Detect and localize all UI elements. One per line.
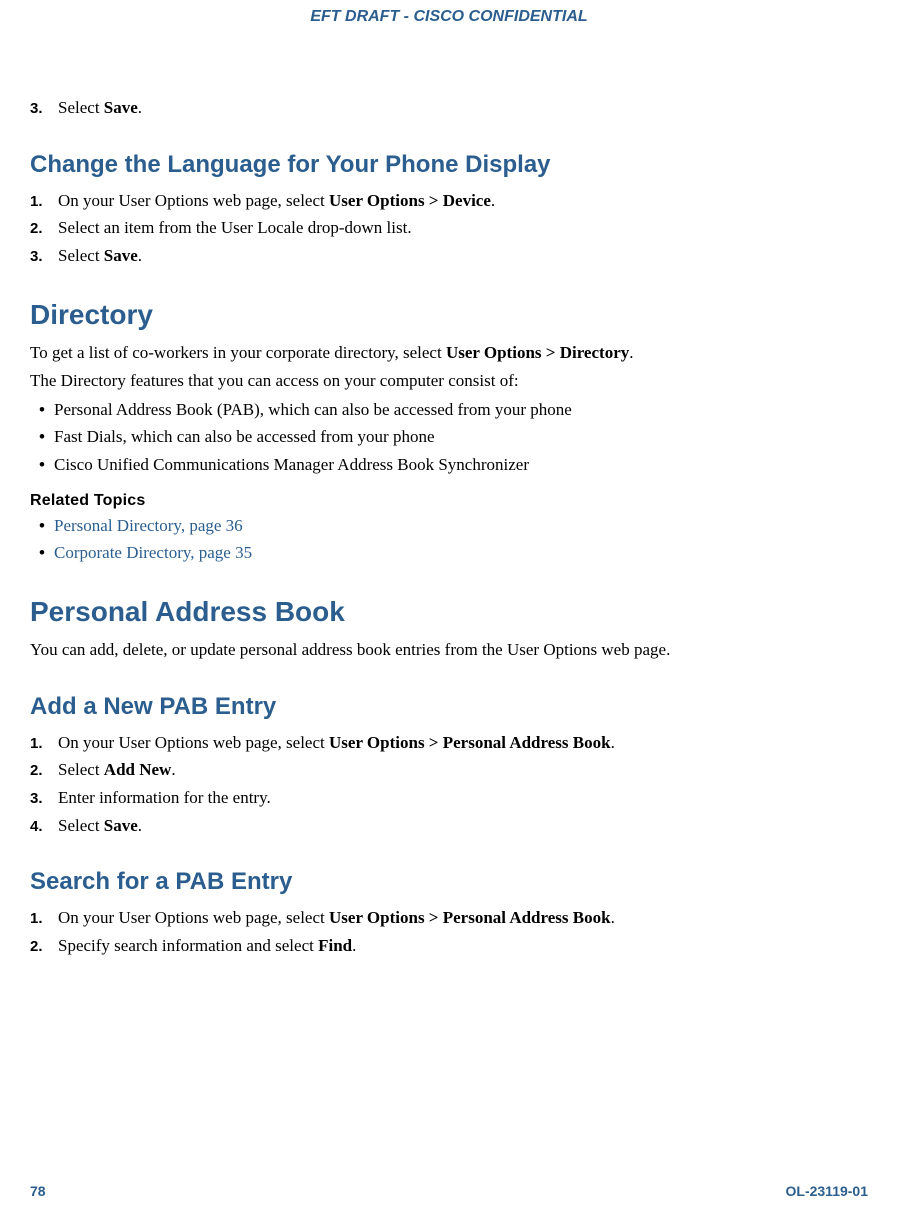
text: . bbox=[171, 760, 175, 779]
add-pab-steps: 1. On your User Options web page, select… bbox=[30, 731, 868, 839]
bullet-text: Personal Address Book (PAB), which can a… bbox=[54, 398, 868, 423]
text: . bbox=[491, 191, 495, 210]
bold-text: Save bbox=[104, 98, 138, 117]
list-item: 3. Select Save. bbox=[30, 96, 868, 121]
list-item: •Personal Directory, page 36 bbox=[30, 514, 868, 539]
step-number: 3. bbox=[30, 98, 52, 120]
step-number: 2. bbox=[30, 218, 52, 240]
related-link[interactable]: Corporate Directory, page 35 bbox=[54, 541, 868, 566]
step-text: On your User Options web page, select Us… bbox=[52, 189, 868, 214]
text: On your User Options web page, select bbox=[58, 908, 329, 927]
text: Select bbox=[58, 246, 104, 265]
text: Enter information for the entry. bbox=[58, 788, 271, 807]
step-number: 2. bbox=[30, 936, 52, 958]
paragraph: The Directory features that you can acce… bbox=[30, 369, 868, 394]
bold-text: Save bbox=[104, 816, 138, 835]
change-language-steps: 1. On your User Options web page, select… bbox=[30, 189, 868, 269]
text: Specify search information and select bbox=[58, 936, 318, 955]
step-number: 2. bbox=[30, 760, 52, 782]
bullet-icon: • bbox=[30, 514, 54, 539]
text: Select an item from the User Locale drop… bbox=[58, 218, 412, 237]
directory-bullets: •Personal Address Book (PAB), which can … bbox=[30, 398, 868, 478]
step-text: On your User Options web page, select Us… bbox=[52, 731, 868, 756]
step-text: Select Add New. bbox=[52, 758, 868, 783]
list-item: 2. Specify search information and select… bbox=[30, 934, 868, 959]
bullet-icon: • bbox=[30, 453, 54, 478]
bold-text: Save bbox=[104, 246, 138, 265]
list-item: 3. Enter information for the entry. bbox=[30, 786, 868, 811]
heading-search-pab: Search for a PAB Entry bbox=[30, 868, 868, 896]
bold-text: User Options > Directory bbox=[446, 343, 629, 362]
step-text: Select Save. bbox=[52, 244, 868, 269]
list-item: 1. On your User Options web page, select… bbox=[30, 731, 868, 756]
list-item: 2. Select Add New. bbox=[30, 758, 868, 783]
step-number: 4. bbox=[30, 816, 52, 838]
step-text: Specify search information and select Fi… bbox=[52, 934, 868, 959]
bullet-text: Fast Dials, which can also be accessed f… bbox=[54, 425, 868, 450]
step-text: On your User Options web page, select Us… bbox=[52, 906, 868, 931]
related-link[interactable]: Personal Directory, page 36 bbox=[54, 514, 868, 539]
text: Select bbox=[58, 760, 104, 779]
text: To get a list of co-workers in your corp… bbox=[30, 343, 446, 362]
text: . bbox=[138, 246, 142, 265]
heading-pab: Personal Address Book bbox=[30, 596, 868, 628]
step-text: Select Save. bbox=[52, 814, 868, 839]
bullet-icon: • bbox=[30, 425, 54, 450]
list-item: 1. On your User Options web page, select… bbox=[30, 189, 868, 214]
bold-text: User Options > Personal Address Book bbox=[329, 733, 611, 752]
search-pab-steps: 1. On your User Options web page, select… bbox=[30, 906, 868, 958]
text: . bbox=[352, 936, 356, 955]
related-topics-list: •Personal Directory, page 36 •Corporate … bbox=[30, 514, 868, 566]
bullet-text: Cisco Unified Communications Manager Add… bbox=[54, 453, 868, 478]
text: Select bbox=[58, 98, 104, 117]
step-number: 1. bbox=[30, 191, 52, 213]
text: . bbox=[611, 908, 615, 927]
step-number: 3. bbox=[30, 788, 52, 810]
text: Select bbox=[58, 816, 104, 835]
text: . bbox=[611, 733, 615, 752]
list-item: 3. Select Save. bbox=[30, 244, 868, 269]
bold-text: User Options > Personal Address Book bbox=[329, 908, 611, 927]
doc-id: OL-23119-01 bbox=[786, 1183, 869, 1199]
list-item: 1. On your User Options web page, select… bbox=[30, 906, 868, 931]
step-text: Enter information for the entry. bbox=[52, 786, 868, 811]
bullet-icon: • bbox=[30, 541, 54, 566]
text: . bbox=[138, 98, 142, 117]
paragraph: To get a list of co-workers in your corp… bbox=[30, 341, 868, 366]
heading-add-pab: Add a New PAB Entry bbox=[30, 693, 868, 721]
bold-text: Find bbox=[318, 936, 352, 955]
text: On your User Options web page, select bbox=[58, 191, 329, 210]
page-number: 78 bbox=[30, 1183, 46, 1199]
draft-header: EFT DRAFT - CISCO CONFIDENTIAL bbox=[30, 8, 868, 26]
bold-text: Add New bbox=[104, 760, 172, 779]
list-item: •Fast Dials, which can also be accessed … bbox=[30, 425, 868, 450]
step-number: 3. bbox=[30, 246, 52, 268]
step-list-top: 3. Select Save. bbox=[30, 96, 868, 121]
text: . bbox=[138, 816, 142, 835]
paragraph: You can add, delete, or update personal … bbox=[30, 638, 868, 663]
step-text: Select an item from the User Locale drop… bbox=[52, 216, 868, 241]
step-number: 1. bbox=[30, 908, 52, 930]
text: On your User Options web page, select bbox=[58, 733, 329, 752]
list-item: •Personal Address Book (PAB), which can … bbox=[30, 398, 868, 423]
step-number: 1. bbox=[30, 733, 52, 755]
heading-directory: Directory bbox=[30, 299, 868, 331]
page-content: EFT DRAFT - CISCO CONFIDENTIAL 3. Select… bbox=[0, 0, 898, 959]
related-topics-heading: Related Topics bbox=[30, 492, 868, 510]
list-item: •Corporate Directory, page 35 bbox=[30, 541, 868, 566]
step-text: Select Save. bbox=[52, 96, 868, 121]
bold-text: User Options > Device bbox=[329, 191, 491, 210]
list-item: •Cisco Unified Communications Manager Ad… bbox=[30, 453, 868, 478]
list-item: 4. Select Save. bbox=[30, 814, 868, 839]
page-footer: 78 OL-23119-01 bbox=[30, 1183, 868, 1199]
heading-change-language: Change the Language for Your Phone Displ… bbox=[30, 151, 868, 179]
bullet-icon: • bbox=[30, 398, 54, 423]
list-item: 2. Select an item from the User Locale d… bbox=[30, 216, 868, 241]
text: . bbox=[629, 343, 633, 362]
